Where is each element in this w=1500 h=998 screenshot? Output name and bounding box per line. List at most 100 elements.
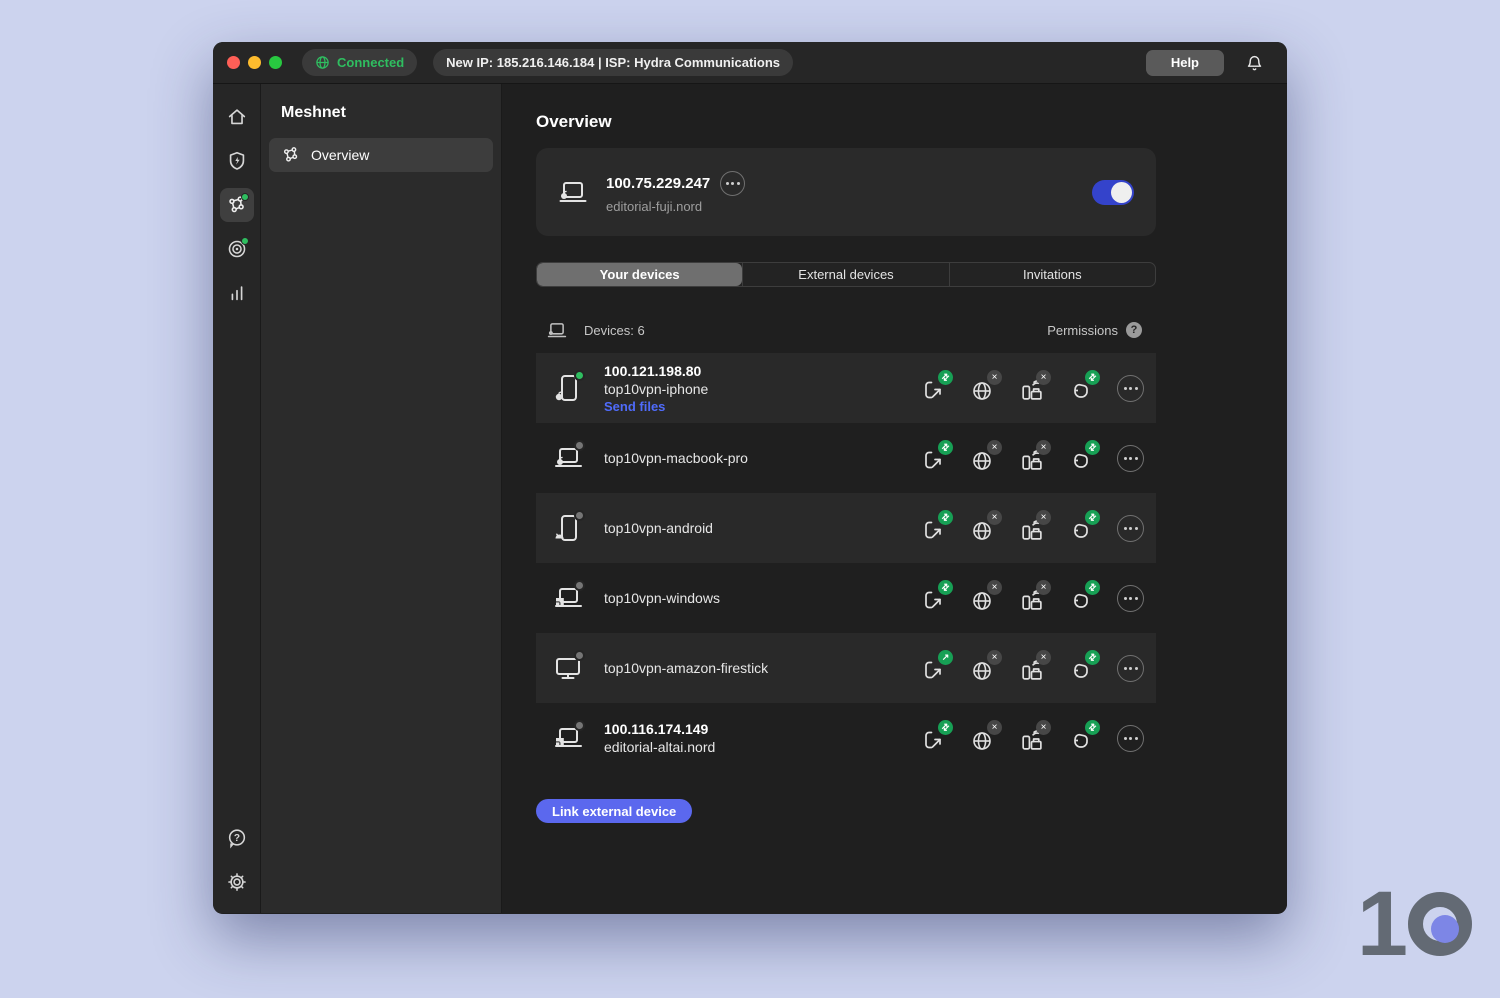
device-name: top10vpn-windows [604,590,720,606]
device-more-button[interactable] [1117,585,1144,612]
device-row-android: top10vpn-android ⇄ × [536,493,1156,563]
remote-access-icon[interactable]: ⇄ [921,515,948,542]
connection-status-pill[interactable]: Connected [302,49,417,76]
local-network-icon[interactable]: × [1019,445,1046,472]
local-network-blocked-badge: × [1036,440,1051,455]
meshnet-toggle[interactable] [1092,180,1134,205]
remote-access-allowed-badge: ⇄ [938,370,953,385]
sidebar-item-dedicated-ip[interactable] [220,232,254,266]
settings-gear-icon [226,871,248,893]
file-sharing-allowed-badge: ⇄ [1085,650,1100,665]
permission-icons: ⇄ × × ⇄ [921,725,1144,752]
host-device-card: 100.75.229.247 editorial-fuji.nord [536,148,1156,236]
device-name: top10vpn-amazon-firestick [604,660,768,676]
help-button[interactable]: Help [1146,50,1224,76]
sidebar-item-meshnet[interactable] [220,188,254,222]
file-sharing-allowed-badge: ⇄ [1085,720,1100,735]
tab-your-devices[interactable]: Your devices [537,263,742,286]
device-name: top10vpn-macbook-pro [604,450,748,466]
traffic-routing-blocked-badge: × [987,650,1002,665]
remote-access-icon[interactable]: ⇄ [921,445,948,472]
svg-text:?: ? [233,833,239,844]
remote-access-icon[interactable]: ↗ [921,655,948,682]
device-name: top10vpn-android [604,520,713,536]
top10-logo: 1 [1357,878,1472,970]
device-more-button[interactable] [1117,445,1144,472]
local-network-icon[interactable]: × [1019,585,1046,612]
permission-icons: ⇄ × × ⇄ [921,585,1144,612]
sidebar-item-statistics[interactable] [220,276,254,310]
local-network-icon[interactable]: × [1019,515,1046,542]
zoom-window-button[interactable] [269,56,282,69]
tab-external-devices[interactable]: External devices [742,263,949,286]
link-external-device-button[interactable]: Link external device [536,799,692,823]
remote-access-icon[interactable]: ⇄ [921,585,948,612]
device-tabs: Your devices External devices Invitation… [536,262,1156,287]
sidebar-item-threat-protection[interactable] [220,144,254,178]
sidebar-item-support[interactable]: ? [220,821,254,855]
permission-icons: ⇄ × × ⇄ [921,515,1144,542]
status-dot-offline [574,580,585,591]
devices-count-label: Devices: 6 [584,323,645,338]
android-device-icon [550,510,586,546]
panel-title: Meshnet [281,104,493,122]
file-sharing-icon[interactable]: ⇄ [1068,655,1095,682]
minimize-window-button[interactable] [248,56,261,69]
tv-device-icon [550,650,586,686]
remote-access-icon[interactable]: ⇄ [921,375,948,402]
device-row-iphone: 100.121.198.80 top10vpn-iphone Send file… [536,353,1156,423]
meshnet-panel: Meshnet Overview [261,84,502,913]
device-list: 100.121.198.80 top10vpn-iphone Send file… [536,353,1156,773]
status-dot-offline [574,650,585,661]
local-network-blocked-badge: × [1036,650,1051,665]
traffic-routing-icon[interactable]: × [970,375,997,402]
traffic-lights [227,56,282,69]
file-sharing-icon[interactable]: ⇄ [1068,585,1095,612]
local-network-icon[interactable]: × [1019,375,1046,402]
device-more-button[interactable] [1117,515,1144,542]
host-name: editorial-fuji.nord [606,199,745,214]
local-network-blocked-badge: × [1036,580,1051,595]
tab-invitations[interactable]: Invitations [950,263,1155,286]
remote-access-icon[interactable]: ⇄ [921,725,948,752]
local-network-icon[interactable]: × [1019,725,1046,752]
sidebar-item-home[interactable] [220,100,254,134]
panel-item-overview[interactable]: Overview [269,138,493,172]
host-more-button[interactable] [720,171,745,196]
device-row-windows: top10vpn-windows ⇄ × [536,563,1156,633]
device-ip: 100.116.174.149 [604,721,715,737]
connection-status-label: Connected [337,55,404,70]
file-sharing-icon[interactable]: ⇄ [1068,375,1095,402]
file-sharing-icon[interactable]: ⇄ [1068,515,1095,542]
icon-sidebar: ? [213,84,261,913]
permission-icons: ⇄ × × ⇄ [921,445,1144,472]
traffic-routing-icon[interactable]: × [970,515,997,542]
close-window-button[interactable] [227,56,240,69]
notifications-bell-icon[interactable] [1246,54,1263,72]
top10-logo-dot [1431,915,1459,943]
file-sharing-icon[interactable]: ⇄ [1068,445,1095,472]
send-files-link[interactable]: Send files [604,399,708,414]
traffic-routing-icon[interactable]: × [970,585,997,612]
local-network-icon[interactable]: × [1019,655,1046,682]
device-list-header: Devices: 6 Permissions ? [536,317,1156,343]
device-row-macbook: top10vpn-macbook-pro ⇄ × [536,423,1156,493]
device-more-button[interactable] [1117,725,1144,752]
device-more-button[interactable] [1117,655,1144,682]
traffic-routing-icon[interactable]: × [970,445,997,472]
device-more-button[interactable] [1117,375,1144,402]
file-sharing-icon[interactable]: ⇄ [1068,725,1095,752]
traffic-routing-icon[interactable]: × [970,725,997,752]
devices-icon [544,317,570,343]
status-dot-offline [574,720,585,731]
traffic-routing-icon[interactable]: × [970,655,997,682]
nordvpn-window: Connected New IP: 185.216.146.184 | ISP:… [213,42,1287,914]
toggle-knob [1111,182,1132,203]
sidebar-item-settings[interactable] [220,865,254,899]
traffic-routing-blocked-badge: × [987,440,1002,455]
remote-access-allowed-badge: ⇄ [938,440,953,455]
top10-logo-digit: 1 [1357,878,1404,970]
permission-icons: ↗ × × ⇄ [921,655,1144,682]
permissions-help-icon[interactable]: ? [1126,322,1142,338]
windows-laptop-device-icon [550,720,586,756]
